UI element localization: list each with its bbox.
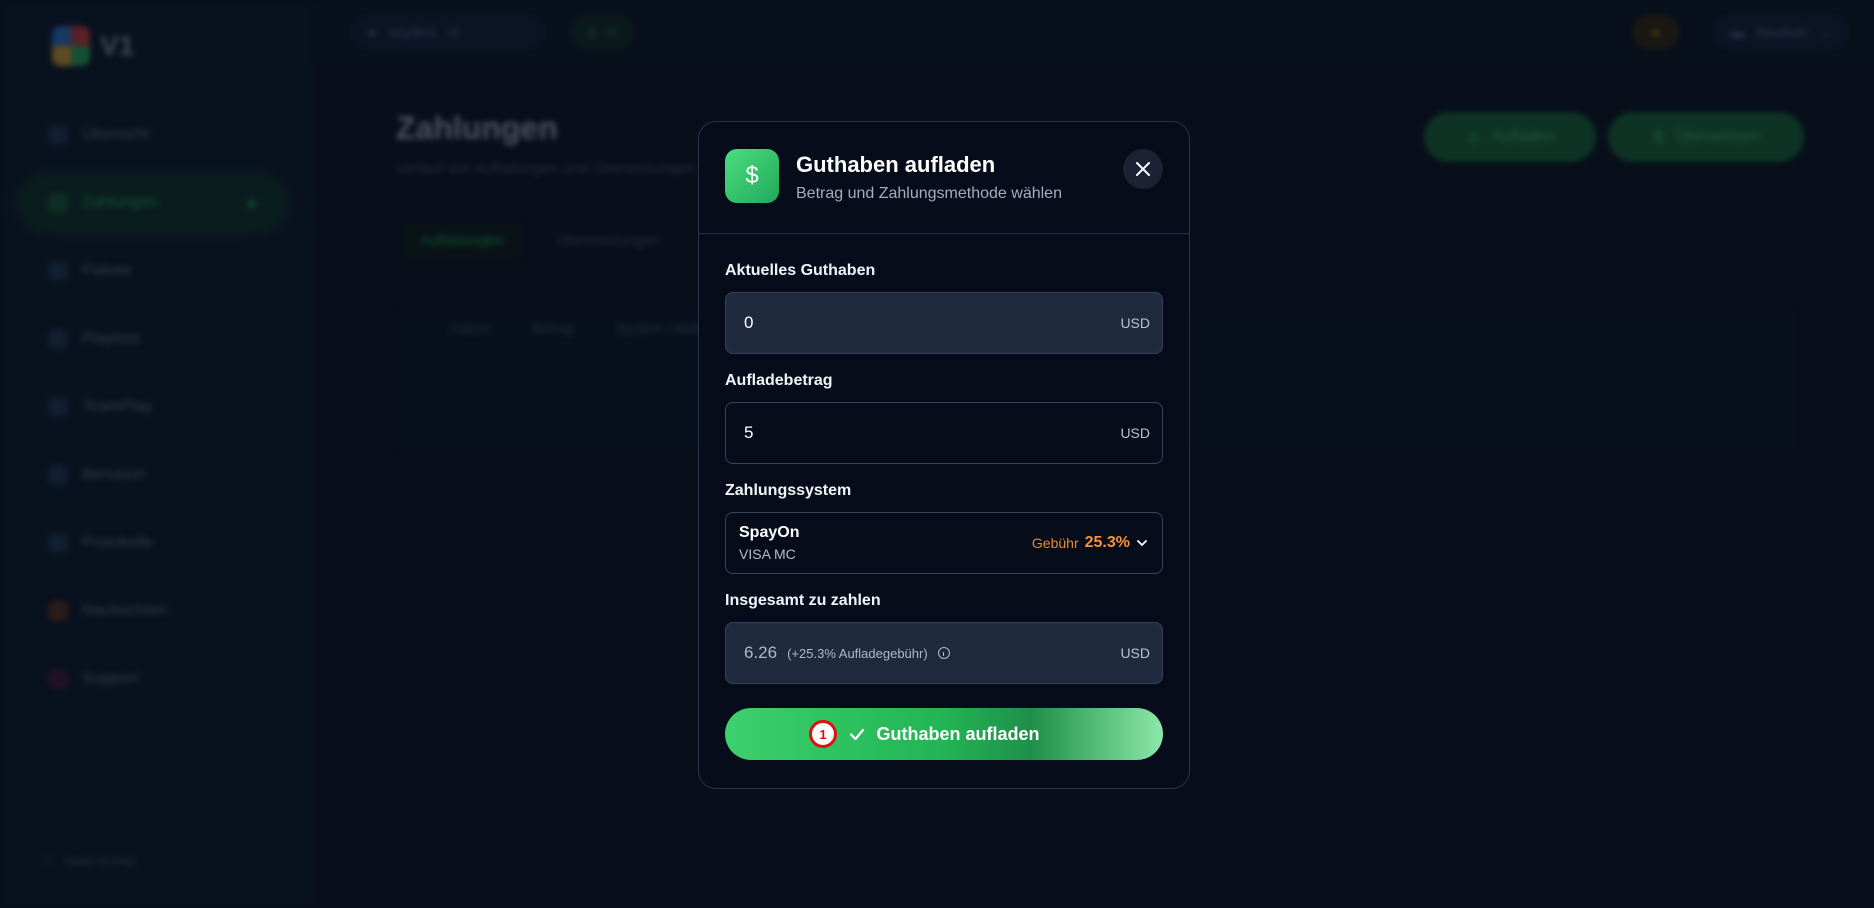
amount-value: 5 xyxy=(744,423,754,442)
current-balance-value: 0 xyxy=(744,313,754,332)
current-balance-label: Aktuelles Guthaben xyxy=(725,262,876,279)
currency-unit: USD xyxy=(1120,425,1150,441)
info-icon[interactable] xyxy=(937,647,950,659)
close-icon xyxy=(1136,162,1150,176)
payment-system-name: SpayOn xyxy=(739,524,800,541)
close-button[interactable] xyxy=(1123,149,1163,189)
amount-input[interactable]: 5 USD xyxy=(725,402,1163,464)
total-value: 6.26 xyxy=(744,643,778,662)
topup-submit-label: Guthaben aufladen xyxy=(876,723,1040,744)
payment-system-label: Zahlungssystem xyxy=(725,482,852,499)
check-icon xyxy=(850,728,865,741)
payment-system-select[interactable]: SpayOn VISA MC Gebühr 25.3% xyxy=(725,512,1163,574)
topup-submit-button[interactable]: 1 Guthaben aufladen xyxy=(725,708,1163,760)
modal-title: Guthaben aufladen xyxy=(796,152,996,177)
chevron-down-icon xyxy=(1137,540,1147,546)
payment-system-methods: VISA MC xyxy=(739,546,796,562)
current-balance-field: 0 USD xyxy=(725,292,1163,354)
total-label: Insgesamt zu zahlen xyxy=(725,592,881,609)
modal-header: $ Guthaben aufladen Betrag und Zahlungsm… xyxy=(699,122,1189,234)
step-badge: 1 xyxy=(809,720,837,748)
total-field: 6.26 (+25.3% Aufladegebühr) USD xyxy=(725,622,1163,684)
payment-system-selected: SpayOn VISA MC xyxy=(739,524,799,562)
amount-label: Aufladebetrag xyxy=(725,372,833,389)
fee-value: 25.3% xyxy=(1084,534,1130,551)
fee-label: Gebühr xyxy=(1031,535,1079,551)
dollar-icon: $ xyxy=(725,149,779,203)
currency-unit: USD xyxy=(1120,645,1150,661)
topup-modal: $ Guthaben aufladen Betrag und Zahlungsm… xyxy=(698,121,1190,789)
modal-subtitle: Betrag und Zahlungsmethode wählen xyxy=(796,185,1062,202)
currency-unit: USD xyxy=(1120,315,1150,331)
total-fee-note: (+25.3% Aufladegebühr) xyxy=(787,645,928,661)
fee-info: Gebühr 25.3% xyxy=(1032,534,1148,552)
